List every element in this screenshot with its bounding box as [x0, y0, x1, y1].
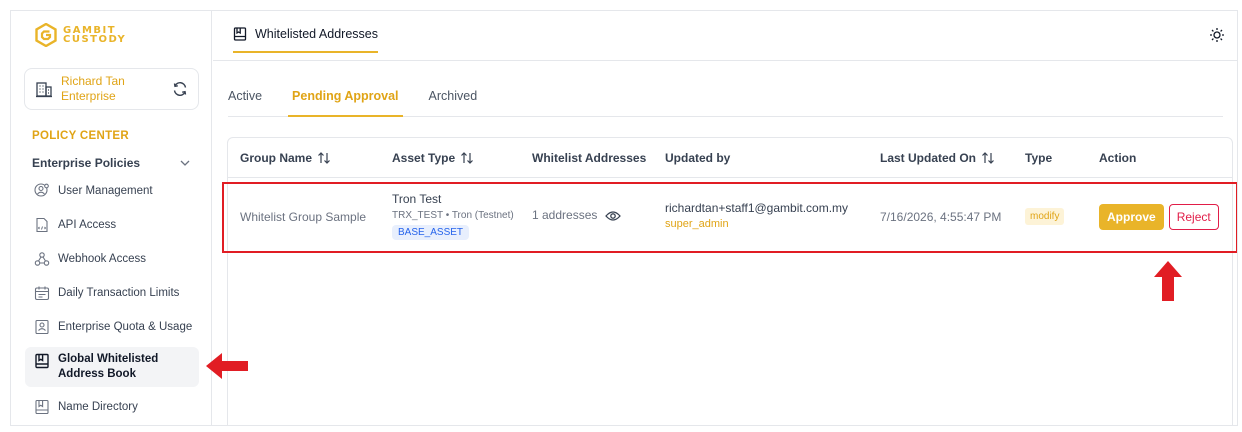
whitelist-table: Group Name Asset Type Whitelist Addresse… [222, 137, 1237, 425]
column-label: Updated by [665, 151, 731, 165]
annotation-arrow-up-icon [1154, 261, 1182, 301]
page-tab-whitelisted-addresses[interactable]: Whitelisted Addresses [233, 27, 378, 53]
gambit-logo-icon [35, 23, 57, 47]
top-bar: Whitelisted Addresses [213, 11, 1237, 61]
last-updated-cell: 7/16/2026, 4:55:47 PM [880, 210, 1002, 224]
sidebar-item-label: Daily Transaction Limits [58, 287, 180, 299]
quota-icon [35, 319, 49, 335]
column-header-type: Type [1025, 151, 1052, 165]
type-badge: modify [1025, 208, 1065, 225]
page-tab-label: Whitelisted Addresses [255, 27, 378, 41]
sidebar-item-name-directory[interactable]: Name Directory [25, 390, 199, 424]
updated-by-cell: richardtan+staff1@gambit.com.my super_ad… [665, 201, 848, 230]
column-label: Whitelist Addresses [532, 151, 647, 165]
chevron-down-icon [180, 160, 190, 166]
enterprise-name-line1: Richard Tan [61, 74, 125, 88]
sidebar-item-label: Name Directory [58, 401, 138, 413]
column-header-updated-by: Updated by [665, 151, 730, 165]
sidebar-item-label: User Management [58, 185, 153, 197]
asset-chip: BASE_ASSET [392, 225, 470, 240]
webhook-icon [34, 252, 50, 266]
address-book-icon [233, 27, 247, 41]
sidebar-item-quota-usage[interactable]: Enterprise Quota & Usage [25, 310, 199, 344]
tab-archived[interactable]: Archived [429, 69, 478, 117]
brand-logo[interactable]: GAMBIT CUSTODY [35, 23, 126, 47]
sidebar-item-label: Webhook Access [58, 253, 147, 265]
sidebar-nav: User Management API Access Webhook Acces… [25, 174, 199, 424]
action-cell: Approve Reject [1099, 204, 1219, 230]
enterprise-switcher[interactable]: Richard Tan Enterprise [24, 68, 199, 110]
column-header-asset-type[interactable]: Asset Type [392, 151, 474, 165]
column-header-whitelist-addresses: Whitelist Addresses [532, 151, 646, 165]
enterprise-name-line2: Enterprise [61, 89, 116, 103]
reject-button[interactable]: Reject [1168, 204, 1219, 230]
sidebar-item-daily-limits[interactable]: Daily Transaction Limits [25, 276, 199, 310]
sidebar-item-api-access[interactable]: API Access [25, 208, 199, 242]
updated-by-role: super_admin [665, 218, 729, 230]
column-label: Type [1025, 151, 1053, 165]
asset-type-cell: Tron Test TRX_TEST • Tron (Testnet) BASE… [392, 192, 514, 240]
tab-pending-approval[interactable]: Pending Approval [288, 69, 403, 117]
annotation-arrow-left-icon [206, 353, 248, 379]
addresses-count: 1 addresses [532, 208, 598, 222]
column-label: Asset Type [392, 151, 456, 165]
theme-toggle-sun-icon[interactable] [1209, 27, 1225, 43]
column-header-group-name[interactable]: Group Name [240, 151, 331, 165]
table-row: Whitelist Group Sample Tron Test TRX_TES… [222, 182, 1237, 253]
updated-by-email: richardtan+staff1@gambit.com.my [665, 201, 849, 215]
sidebar-item-label: Enterprise Quota & Usage [58, 321, 193, 333]
refresh-icon[interactable] [172, 81, 188, 97]
api-file-icon [36, 217, 48, 233]
brand-line2: CUSTODY [63, 34, 127, 45]
type-cell: modify [1025, 208, 1065, 225]
sidebar-item-label: Global Whitelisted Address Book [58, 353, 159, 380]
sidebar-item-label: API Access [58, 219, 117, 231]
main-content: Whitelisted Addresses Active Pending App… [213, 11, 1237, 425]
eye-icon[interactable] [604, 210, 621, 222]
sidebar: GAMBIT CUSTODY Richard Tan Enterprise PO… [11, 11, 212, 425]
sort-icon [461, 152, 474, 164]
user-gear-icon [34, 183, 49, 197]
address-book-icon [35, 353, 49, 369]
app-window: GAMBIT CUSTODY Richard Tan Enterprise PO… [10, 10, 1238, 426]
calendar-icon [34, 286, 50, 301]
sidebar-item-user-management[interactable]: User Management [25, 174, 199, 208]
group-name-cell: Whitelist Group Sample [240, 210, 367, 224]
column-label: Group Name [240, 151, 313, 165]
status-tabs: Active Pending Approval Archived [228, 69, 1223, 117]
sidebar-item-webhook-access[interactable]: Webhook Access [25, 242, 199, 276]
table-header: Group Name Asset Type Whitelist Addresse… [228, 138, 1232, 178]
whitelist-addresses-cell: 1 addresses [532, 208, 621, 222]
column-header-last-updated[interactable]: Last Updated On [880, 151, 995, 165]
column-label: Last Updated On [880, 151, 977, 165]
directory-icon [35, 399, 49, 415]
column-label: Action [1099, 151, 1137, 165]
column-header-action: Action [1099, 151, 1136, 165]
section-title: POLICY CENTER [32, 130, 129, 142]
sidebar-item-global-whitelist[interactable]: Global Whitelisted Address Book [25, 347, 199, 387]
tab-active[interactable]: Active [228, 69, 262, 117]
approve-button[interactable]: Approve [1099, 204, 1164, 230]
group-title: Enterprise Policies [32, 156, 141, 170]
building-icon [36, 82, 52, 98]
sort-icon [318, 152, 330, 164]
asset-subtitle: TRX_TEST • Tron (Testnet) [392, 210, 514, 221]
sort-icon [982, 152, 994, 164]
enterprise-policies-toggle[interactable]: Enterprise Policies [32, 156, 190, 170]
asset-title: Tron Test [392, 192, 442, 206]
